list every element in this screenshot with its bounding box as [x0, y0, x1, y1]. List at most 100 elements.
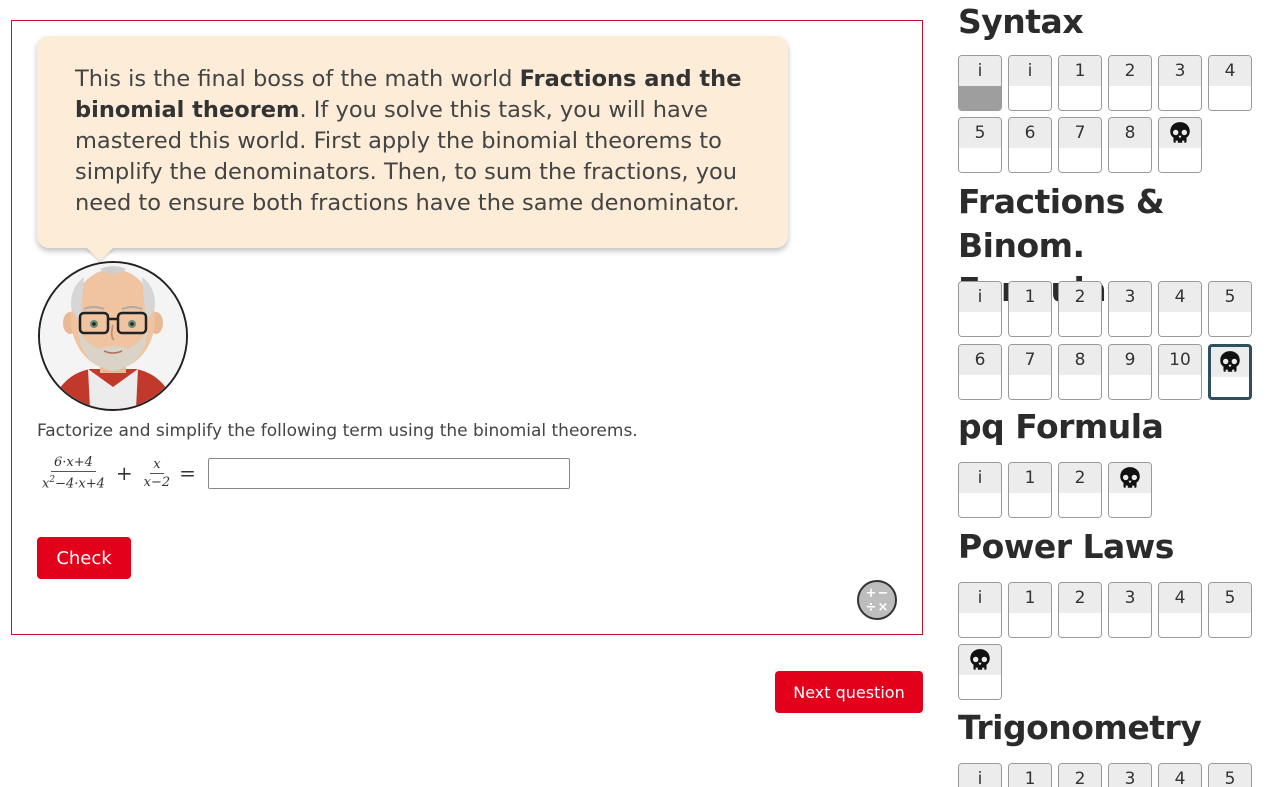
level-tile[interactable]: 7 — [1058, 117, 1102, 173]
tile-label: 4 — [1159, 583, 1201, 613]
section-title-trigonometry: Trigonometry — [958, 708, 1202, 747]
level-tile[interactable]: 1 — [1058, 55, 1102, 111]
calculator-icon[interactable]: + − ÷ × — [857, 580, 897, 620]
level-tile[interactable]: i — [958, 582, 1002, 638]
level-tile[interactable]: 1 — [1008, 462, 1052, 518]
tile-label: i — [959, 583, 1001, 613]
level-tile[interactable]: 8 — [1058, 344, 1102, 400]
next-question-button[interactable]: Next question — [775, 671, 923, 713]
level-tile[interactable]: 2 — [1058, 462, 1102, 518]
calc-divide-glyph: ÷ — [865, 599, 877, 615]
task-formula: 6·x+4 x2−4·x+4 + x x−2 = — [39, 453, 570, 493]
level-tile[interactable]: 3 — [1108, 582, 1152, 638]
level-tile[interactable]: 2 — [1058, 582, 1102, 638]
tile-progress — [1009, 148, 1051, 172]
level-tile[interactable]: 10 — [1158, 344, 1202, 400]
tile-label: 1 — [1009, 764, 1051, 787]
tile-progress — [1209, 86, 1251, 110]
level-tile[interactable]: 1 — [1008, 281, 1052, 337]
skull-icon — [1120, 467, 1140, 488]
tile-label: 7 — [1059, 118, 1101, 148]
level-tile[interactable]: i — [958, 281, 1002, 337]
tile-label: 8 — [1059, 345, 1101, 375]
calc-minus-glyph: − — [877, 585, 889, 601]
level-tile[interactable]: 4 — [1158, 281, 1202, 337]
level-tile[interactable]: 6 — [958, 344, 1002, 400]
section-title-syntax: Syntax — [958, 2, 1084, 41]
level-tile[interactable]: i — [958, 763, 1002, 787]
tile-label: 3 — [1109, 282, 1151, 312]
trig-row-1: i 1 2 3 4 5 — [958, 763, 1252, 787]
level-tile[interactable]: i — [958, 462, 1002, 518]
tile-progress — [959, 675, 1001, 699]
tile-label — [1109, 463, 1151, 493]
level-tile[interactable]: 6 — [1008, 117, 1052, 173]
level-tile[interactable]: 5 — [958, 117, 1002, 173]
bubble-text-before: This is the final boss of the math world — [75, 66, 520, 92]
section-title-power-laws: Power Laws — [958, 527, 1174, 566]
tile-progress — [1059, 86, 1101, 110]
current-boss-level-tile[interactable] — [1208, 344, 1252, 400]
fraction-1-denominator: x2−4·x+4 — [39, 472, 108, 491]
level-tile[interactable]: 3 — [1108, 763, 1152, 787]
level-tile[interactable]: i — [1008, 55, 1052, 111]
tile-progress — [1059, 613, 1101, 637]
boss-level-tile[interactable] — [1158, 117, 1202, 173]
tile-label: 7 — [1009, 345, 1051, 375]
answer-input[interactable] — [207, 457, 570, 489]
fraction-1-numerator: 6·x+4 — [50, 455, 96, 472]
tile-progress — [959, 613, 1001, 637]
tile-label: 6 — [959, 345, 1001, 375]
tile-progress — [1159, 86, 1201, 110]
plus-operator: + — [115, 461, 133, 485]
task-panel: This is the final boss of the math world… — [11, 20, 923, 635]
level-tile[interactable]: 5 — [1208, 763, 1252, 787]
tile-label: 2 — [1059, 583, 1101, 613]
tile-label — [1159, 118, 1201, 148]
boss-level-tile[interactable] — [958, 644, 1002, 700]
tile-label: 4 — [1159, 282, 1201, 312]
boss-level-tile[interactable] — [1108, 462, 1152, 518]
section-title-fractions-line1: Fractions & Binom. — [958, 182, 1165, 265]
level-tile[interactable]: 4 — [1158, 763, 1202, 787]
tile-progress — [1109, 86, 1151, 110]
pq-row-1: i 1 2 — [958, 462, 1152, 518]
level-tile[interactable]: 2 — [1058, 763, 1102, 787]
tile-label: 1 — [1009, 583, 1051, 613]
level-tile[interactable]: 1 — [1008, 763, 1052, 787]
level-tile[interactable]: 4 — [1158, 582, 1202, 638]
tile-progress — [1109, 613, 1151, 637]
check-button[interactable]: Check — [37, 537, 131, 579]
tile-label: 3 — [1159, 56, 1201, 86]
task-instruction: Factorize and simplify the following ter… — [37, 421, 638, 441]
tile-label: 2 — [1059, 463, 1101, 493]
tile-progress — [959, 148, 1001, 172]
level-tile[interactable]: 1 — [1008, 582, 1052, 638]
power-row-2 — [958, 644, 1002, 700]
level-tile[interactable]: 7 — [1008, 344, 1052, 400]
level-tile[interactable]: 2 — [1058, 281, 1102, 337]
tile-label: 1 — [1009, 463, 1051, 493]
level-tile[interactable]: 5 — [1208, 281, 1252, 337]
section-title-pq-formula: pq Formula — [958, 407, 1164, 446]
level-tile[interactable]: 5 — [1208, 582, 1252, 638]
tile-progress — [1059, 375, 1101, 399]
level-tile[interactable]: 8 — [1108, 117, 1152, 173]
fraction-1: 6·x+4 x2−4·x+4 — [39, 455, 108, 491]
level-tile[interactable]: 9 — [1108, 344, 1152, 400]
tile-label: 5 — [1209, 583, 1251, 613]
tile-progress — [1059, 148, 1101, 172]
tile-progress — [1109, 148, 1151, 172]
level-tile[interactable]: 2 — [1108, 55, 1152, 111]
level-tile[interactable]: 3 — [1108, 281, 1152, 337]
speech-bubble-tail — [86, 247, 114, 261]
tile-progress — [959, 375, 1001, 399]
level-tile[interactable]: 4 — [1208, 55, 1252, 111]
tile-progress — [1159, 148, 1201, 172]
level-tile[interactable]: i — [958, 55, 1002, 111]
tile-progress — [1211, 377, 1249, 397]
tile-progress — [1109, 375, 1151, 399]
tile-label: i — [959, 282, 1001, 312]
tile-progress — [1059, 493, 1101, 517]
level-tile[interactable]: 3 — [1158, 55, 1202, 111]
